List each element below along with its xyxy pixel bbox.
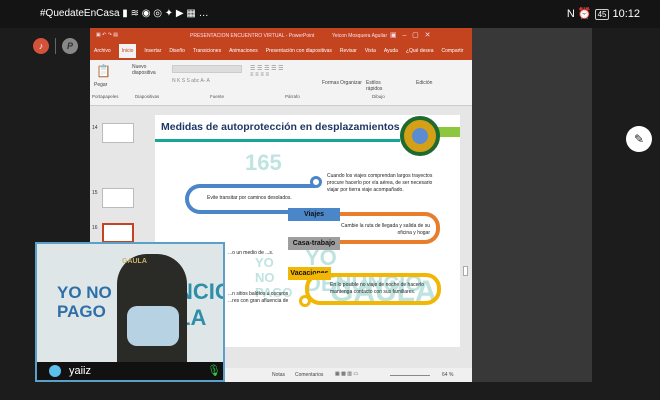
hashtag: #QuedateEnCasa [40,8,120,19]
app-logo-icon [49,365,61,377]
paste-button[interactable]: Pegar [94,82,107,88]
ribbon-tabs: Archivo Inicio Insertar Diseño Transiciones A… [90,44,472,60]
casa-left-text: ...o un medio de ...s. [228,250,274,256]
group-label: Fuente [210,94,225,99]
tab-presentacion[interactable]: Presentación con diapositivas [266,48,332,54]
arrow-icon [299,295,311,307]
view-buttons[interactable]: ▦ ▩ ▥ ▭ [335,371,358,377]
group-label: Diapositivas [135,94,160,99]
thumb-number: 15 [92,190,98,196]
casa-right-text: Cambie la ruta de llegada y salida de su… [341,223,430,236]
vacaciones-right-text: En lo posible no viaje de noche de hacer… [330,282,424,295]
gaula-seal-logo [400,116,440,156]
notification-icons: ▮ ≋ ◉ ◎ ✦ ▶ ▦ … [122,8,209,19]
divider [55,38,56,54]
alarm-icon: ⏰ [577,8,592,20]
arrow-icon [310,176,322,188]
shapes-button[interactable]: Formas [322,80,339,86]
banner-text: PAGO [57,301,106,321]
tab-revisar[interactable]: Revisar [340,48,357,54]
cap-logo: GAULA [122,258,147,265]
user-name: Yeicon Mosquera Aguilar [332,33,388,39]
title-underline [155,139,400,142]
vacaciones-left-text: ...n sitios baldíos u oscuros ...res con… [228,291,289,304]
ribbon: 📋 Pegar Nuevo diapositiva N K S S abc A-… [90,60,472,106]
tab-animaciones[interactable]: Animaciones [229,48,258,54]
arrange-button[interactable]: Organizar [340,80,362,86]
battery-indicator: 45 [594,9,610,20]
zoom-slider[interactable] [390,375,430,376]
edit-button[interactable]: Edición [416,80,432,86]
pen-icon[interactable]: ✎ [626,126,652,152]
notes-button[interactable]: Notas [272,372,285,378]
nfc-icon: N [566,8,575,20]
styles-button[interactable]: Estilos rápidos [366,80,382,92]
tab-inicio[interactable]: Inicio [118,44,137,58]
font-select[interactable] [172,65,242,73]
tell-me[interactable]: ¿Qué desea [406,48,434,54]
tab-archivo[interactable]: Archivo [94,48,111,54]
name-bar: yaiiz 🎙 [37,362,223,380]
group-label: Párrafo [285,94,300,99]
label-casa-trabajo: Casa-trabajo [288,237,340,250]
watermark: 165 [245,150,282,175]
participant-name: yaiiz [69,365,92,377]
viajes-right-text: Cuando los viajes comprendan largos tray… [327,173,433,193]
quick-access-icons[interactable]: ▣ ↶ ↷ ▤ [96,32,118,38]
group-label: Dibujo [372,94,385,99]
window-controls[interactable]: ▣ – ▢ ✕ [390,31,431,39]
group-label: Portapapeles [92,94,119,99]
tab-ayuda[interactable]: Ayuda [384,48,398,54]
microphone-icon[interactable]: 🎙 [207,364,221,377]
slide-title: Medidas de autoprotección en desplazamie… [161,121,400,133]
clock: 10:12 [612,8,640,20]
banner-text: YO NO [57,283,112,302]
face-mask [127,306,179,346]
tab-insertar[interactable]: Insertar [144,48,161,54]
side-panel [472,28,592,382]
font-format-buttons[interactable]: N K S S abc A- A [172,78,250,84]
slide-thumbnail[interactable] [102,188,134,208]
pen-button[interactable]: P [62,38,78,54]
tab-vista[interactable]: Vista [365,48,376,54]
vertical-scrollbar[interactable] [463,266,468,276]
comments-button[interactable]: Comentarios [295,372,323,378]
window-title: PRESENTACION ENCUENTRO VIRTUAL - PowerPo… [190,33,315,39]
mic-button[interactable]: ♪ [33,38,49,54]
slide-thumbnail[interactable] [102,123,134,143]
new-slide-button[interactable]: Nuevo diapositiva [132,64,162,76]
viajes-left-text: Evite transitar por caminos desolados. [207,195,292,201]
share-button[interactable]: Compartir [441,48,463,54]
participant-video: YO NOPAGO NCIOLA GAULA yaiiz 🎙 [35,242,225,382]
thumb-number: 16 [92,225,98,231]
tab-transiciones[interactable]: Transiciones [193,48,221,54]
label-viajes: Viajes [288,208,340,221]
zoom-level: 64 % [442,372,454,378]
paste-icon[interactable]: 📋 [96,64,111,78]
phone-status-bar: #QuedateEnCasa ▮ ≋ ◉ ◎ ✦ ▶ ▦ … N ⏰ 45 10:1… [0,0,660,28]
paragraph-buttons[interactable]: ☰ ☰ ☰ ☰ ☰ ≡ ≡ ≡ ≡ [250,65,320,85]
thumb-number: 14 [92,125,98,131]
tab-diseno[interactable]: Diseño [169,48,185,54]
title-bar: ▣ ↶ ↷ ▤ PRESENTACION ENCUENTRO VIRTUAL -… [90,28,472,44]
slide-thumbnail-selected[interactable] [102,223,134,243]
